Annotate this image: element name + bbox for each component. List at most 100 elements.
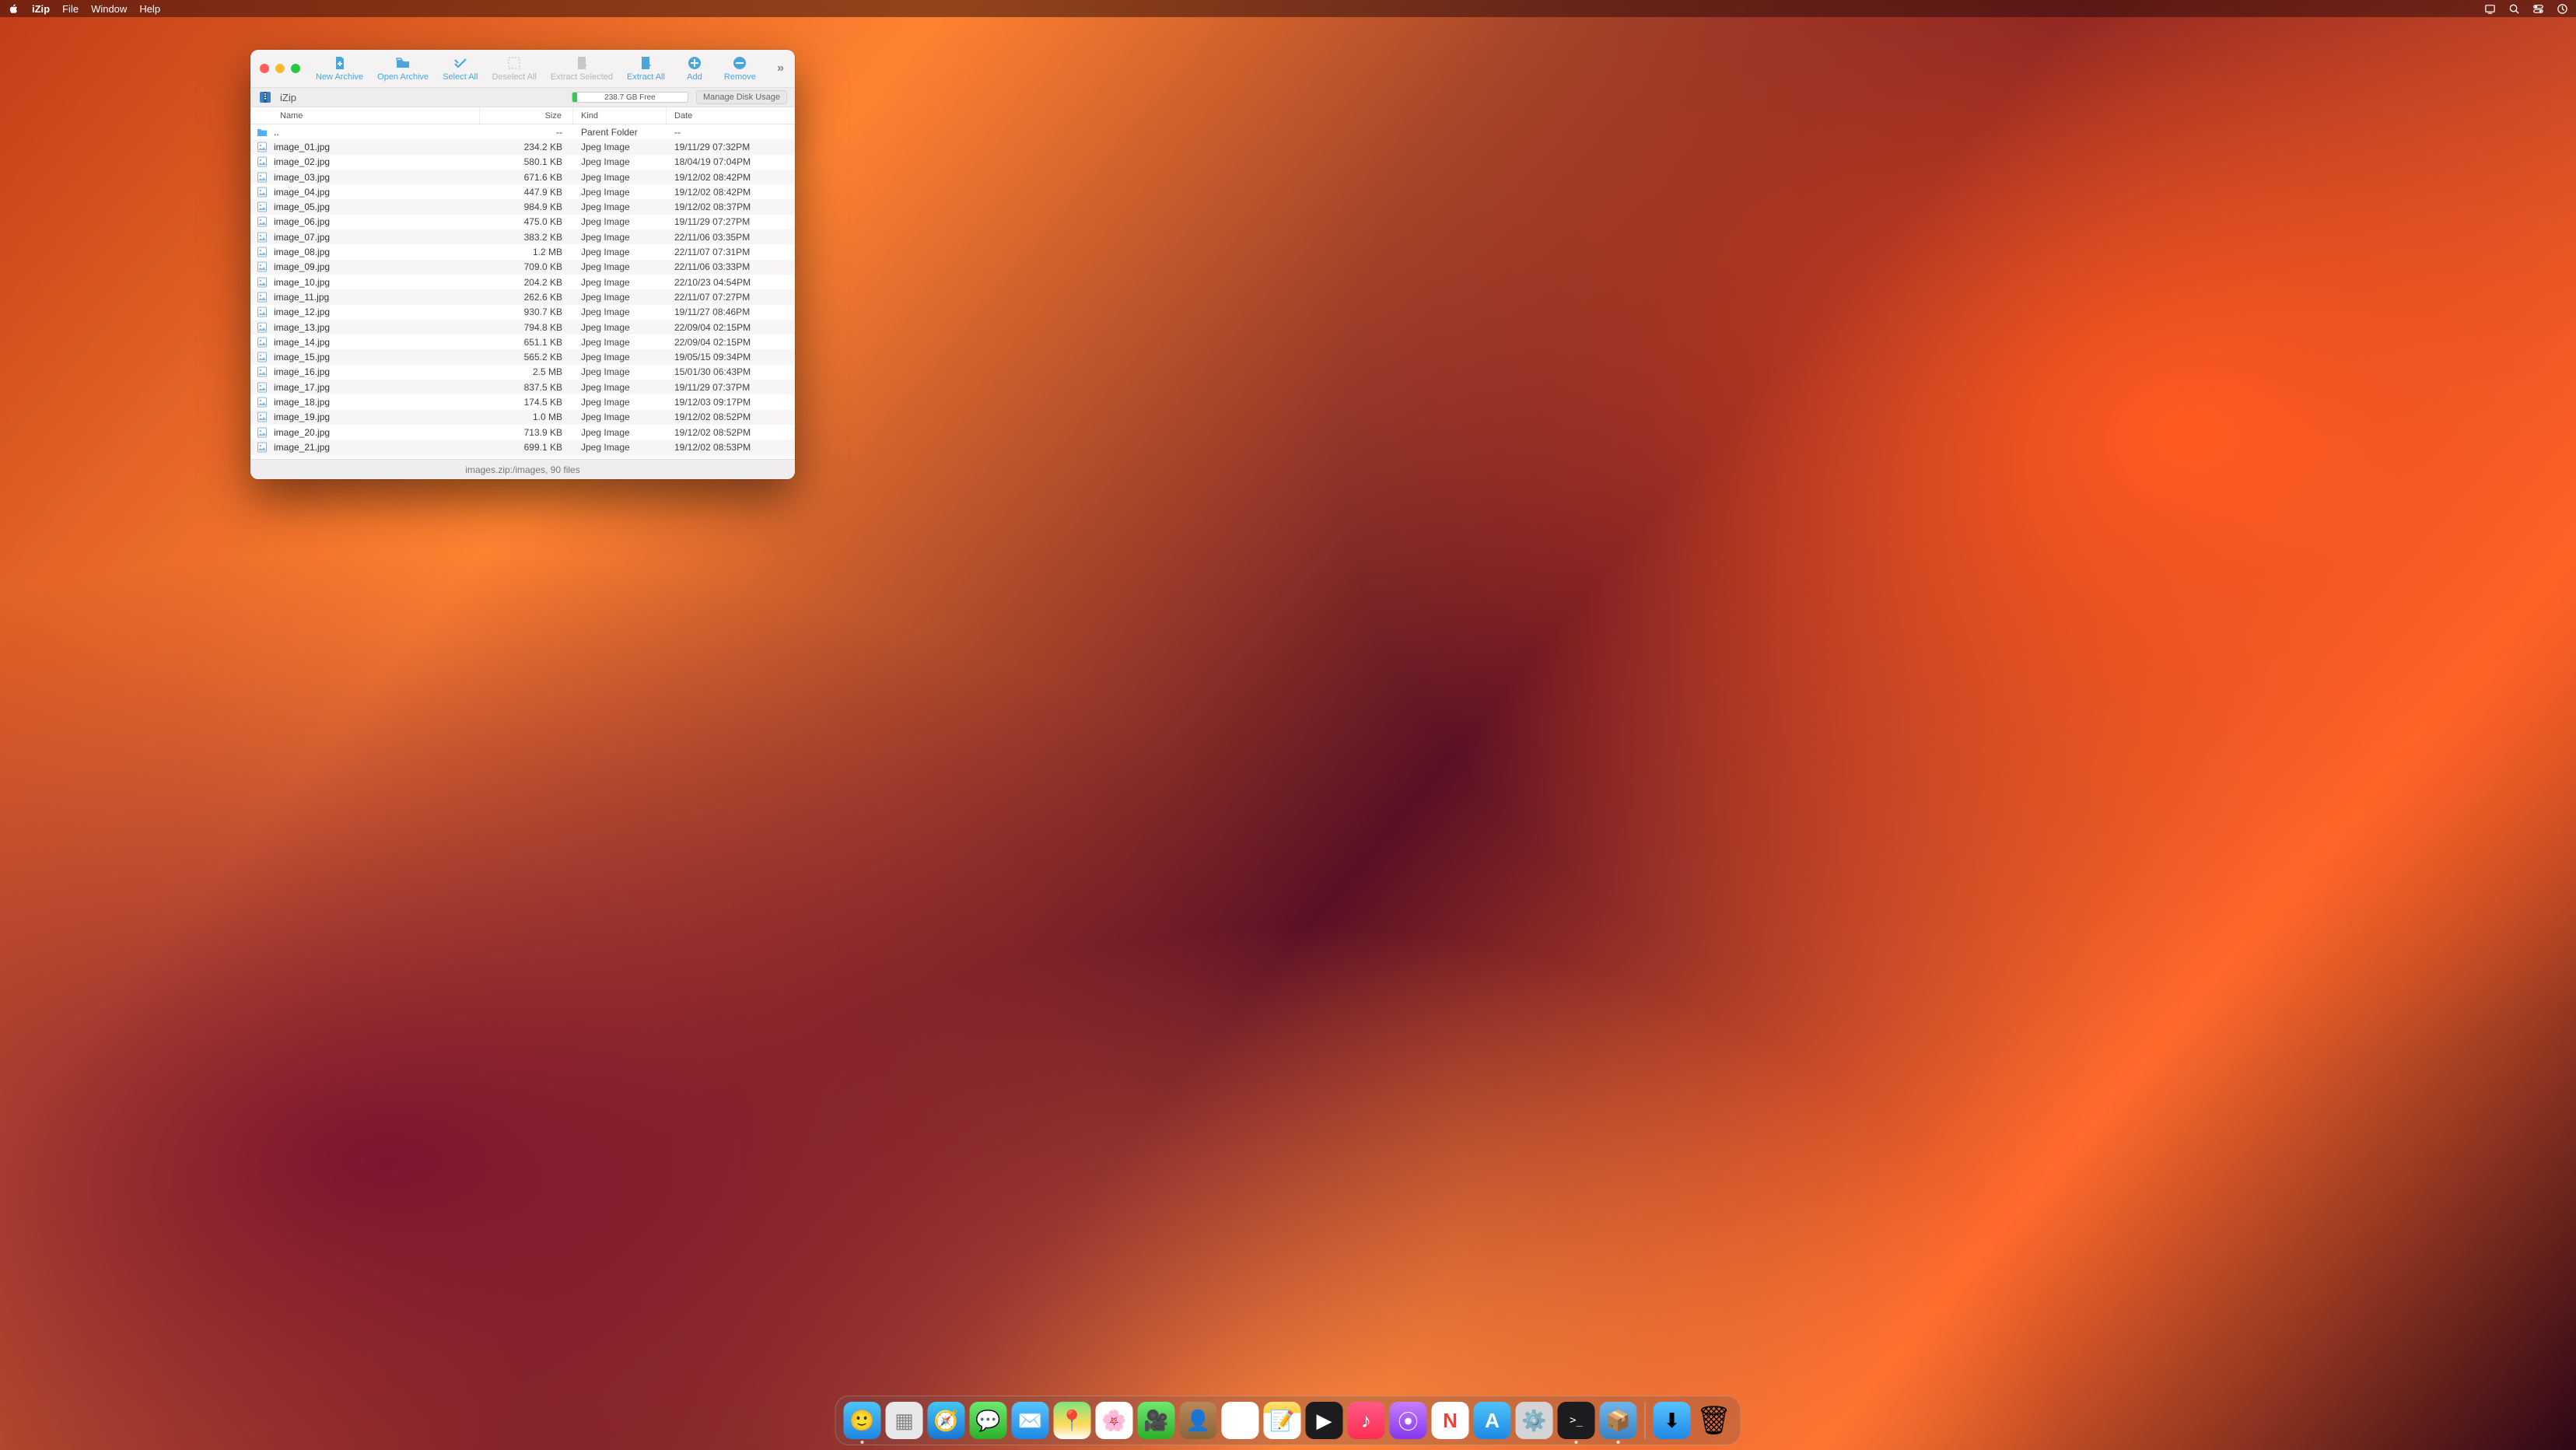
file-row[interactable]: image_07.jpg383.2 KBJpeg Image22/11/06 0…: [250, 229, 795, 244]
dock-separator: [1645, 1402, 1646, 1439]
file-row[interactable]: image_06.jpg475.0 KBJpeg Image19/11/29 0…: [250, 215, 795, 229]
file-name: image_09.jpg: [274, 261, 480, 272]
dock-izip[interactable]: 📦: [1600, 1402, 1637, 1439]
dock-downloads[interactable]: ⬇: [1654, 1402, 1691, 1439]
file-size: 262.6 KB: [480, 292, 573, 303]
file-name: image_20.jpg: [274, 427, 480, 438]
file-size: 930.7 KB: [480, 306, 573, 317]
file-row[interactable]: image_19.jpg1.0 MBJpeg Image19/12/02 08:…: [250, 410, 795, 425]
file-kind: Jpeg Image: [573, 216, 667, 227]
menubar-app-name[interactable]: iZip: [32, 3, 50, 15]
dock-maps[interactable]: 📍: [1054, 1402, 1091, 1439]
image-file-icon: [250, 156, 274, 167]
screen-mirror-icon[interactable]: [2484, 3, 2496, 15]
file-row[interactable]: image_03.jpg671.6 KBJpeg Image19/12/02 0…: [250, 170, 795, 184]
file-row[interactable]: image_14.jpg651.1 KBJpeg Image22/09/04 0…: [250, 334, 795, 349]
file-date: 22/09/04 02:15PM: [667, 337, 795, 348]
col-date[interactable]: Date: [667, 107, 795, 124]
dock-safari[interactable]: 🧭: [928, 1402, 965, 1439]
file-kind: Jpeg Image: [573, 187, 667, 198]
dock-podcasts[interactable]: ⦿: [1390, 1402, 1427, 1439]
dock-launchpad[interactable]: ▦: [886, 1402, 923, 1439]
file-row[interactable]: image_04.jpg447.9 KBJpeg Image19/12/02 0…: [250, 184, 795, 199]
dock-facetime[interactable]: 🎥: [1138, 1402, 1175, 1439]
parent-folder-row[interactable]: ..--Parent Folder--: [250, 124, 795, 139]
image-file-icon: [250, 412, 274, 422]
menu-file[interactable]: File: [62, 3, 79, 15]
file-row[interactable]: image_08.jpg1.2 MBJpeg Image22/11/07 07:…: [250, 244, 795, 259]
select-all-button[interactable]: Select All: [443, 55, 478, 82]
col-size[interactable]: Size: [480, 107, 573, 124]
maximize-button[interactable]: [291, 64, 300, 73]
spotlight-icon[interactable]: [2508, 3, 2520, 15]
status-bar: images.zip:/images, 90 files: [250, 459, 795, 479]
dock-trash[interactable]: 🗑: [1696, 1402, 1733, 1439]
close-button[interactable]: [260, 64, 269, 73]
file-row[interactable]: image_17.jpg837.5 KBJpeg Image19/11/29 0…: [250, 380, 795, 394]
dock-contacts[interactable]: 👤: [1180, 1402, 1217, 1439]
remove-button[interactable]: Remove: [724, 55, 756, 82]
file-name: image_07.jpg: [274, 232, 480, 243]
file-kind: Jpeg Image: [573, 382, 667, 393]
add-button[interactable]: Add: [679, 55, 710, 82]
file-row[interactable]: image_20.jpg713.9 KBJpeg Image19/12/02 0…: [250, 425, 795, 440]
dock-finder[interactable]: 🙂: [844, 1402, 881, 1439]
file-row[interactable]: image_10.jpg204.2 KBJpeg Image22/10/23 0…: [250, 275, 795, 289]
file-row[interactable]: image_09.jpg709.0 KBJpeg Image22/11/06 0…: [250, 260, 795, 275]
image-file-icon: [250, 337, 274, 348]
dock-news[interactable]: N: [1432, 1402, 1469, 1439]
image-file-icon: [250, 306, 274, 317]
file-date: --: [667, 127, 795, 138]
file-row[interactable]: image_05.jpg984.9 KBJpeg Image19/12/02 0…: [250, 199, 795, 214]
menu-window[interactable]: Window: [91, 3, 127, 15]
open-archive-button[interactable]: Open Archive: [377, 55, 429, 82]
desktop: iZip File Window Help New Archive: [0, 0, 2576, 1450]
file-size: 671.6 KB: [480, 172, 573, 183]
deselect-all-icon: [506, 55, 522, 71]
disk-usage-bar: 238.7 GB Free: [572, 92, 688, 103]
manage-disk-usage-button[interactable]: Manage Disk Usage: [696, 90, 787, 104]
image-file-icon: [250, 187, 274, 198]
file-size: 174.5 KB: [480, 397, 573, 408]
new-archive-button[interactable]: New Archive: [316, 55, 363, 82]
clock-icon[interactable]: [2557, 3, 2568, 15]
col-kind[interactable]: Kind: [573, 107, 667, 124]
file-size: 565.2 KB: [480, 352, 573, 362]
file-kind: Jpeg Image: [573, 397, 667, 408]
dock-reminders[interactable]: ☰: [1222, 1402, 1259, 1439]
menu-help[interactable]: Help: [139, 3, 160, 15]
file-name: image_01.jpg: [274, 142, 480, 152]
file-row[interactable]: image_02.jpg580.1 KBJpeg Image18/04/19 0…: [250, 155, 795, 170]
file-name: image_03.jpg: [274, 172, 480, 183]
dock-tv[interactable]: ▶: [1306, 1402, 1343, 1439]
extract-all-button[interactable]: Extract All: [627, 55, 665, 82]
file-row[interactable]: image_01.jpg234.2 KBJpeg Image19/11/29 0…: [250, 139, 795, 154]
dock-appstore[interactable]: A: [1474, 1402, 1511, 1439]
info-bar: iZip 238.7 GB Free Manage Disk Usage: [250, 87, 795, 107]
file-size: 651.1 KB: [480, 337, 573, 348]
file-row[interactable]: image_13.jpg794.8 KBJpeg Image22/09/04 0…: [250, 320, 795, 334]
file-name: image_21.jpg: [274, 442, 480, 453]
file-row[interactable]: image_15.jpg565.2 KBJpeg Image19/05/15 0…: [250, 349, 795, 364]
toolbar-overflow-button[interactable]: »: [774, 61, 786, 75]
dock-settings[interactable]: ⚙️: [1516, 1402, 1553, 1439]
control-center-icon[interactable]: [2532, 3, 2544, 15]
minimize-button[interactable]: [275, 64, 285, 73]
dock-music[interactable]: ♪: [1348, 1402, 1385, 1439]
apple-menu-icon[interactable]: [8, 3, 19, 15]
file-row[interactable]: image_18.jpg174.5 KBJpeg Image19/12/03 0…: [250, 394, 795, 409]
file-row[interactable]: image_11.jpg262.6 KBJpeg Image22/11/07 0…: [250, 289, 795, 304]
dock-mail[interactable]: ✉️: [1012, 1402, 1049, 1439]
col-name[interactable]: Name: [250, 107, 480, 124]
file-row[interactable]: image_12.jpg930.7 KBJpeg Image19/11/27 0…: [250, 305, 795, 320]
dock-terminal[interactable]: >_: [1558, 1402, 1595, 1439]
file-date: 18/04/19 07:04PM: [667, 156, 795, 167]
dock-photos[interactable]: 🌸: [1096, 1402, 1133, 1439]
file-row[interactable]: image_16.jpg2.5 MBJpeg Image15/01/30 06:…: [250, 365, 795, 380]
file-row[interactable]: image_21.jpg699.1 KBJpeg Image19/12/02 0…: [250, 440, 795, 454]
image-file-icon: [250, 232, 274, 243]
image-file-icon: [250, 247, 274, 257]
file-list[interactable]: ..--Parent Folder--image_01.jpg234.2 KBJ…: [250, 124, 795, 459]
dock-messages[interactable]: 💬: [970, 1402, 1007, 1439]
dock-notes[interactable]: 📝: [1264, 1402, 1301, 1439]
